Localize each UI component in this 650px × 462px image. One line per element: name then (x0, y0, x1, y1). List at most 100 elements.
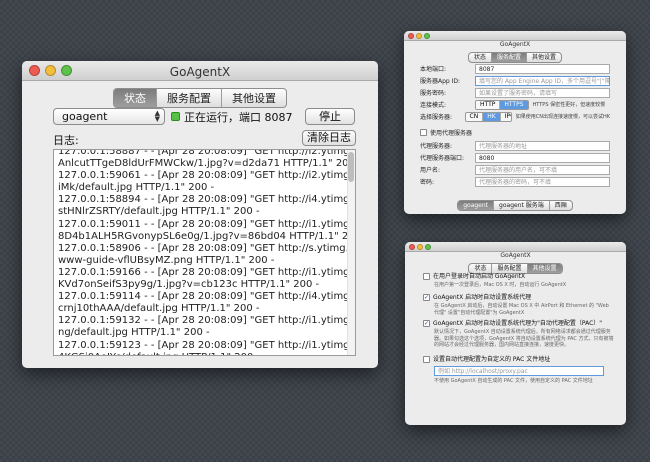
launch-at-login-label: 在用户登录时自动启动 GoAgentX (433, 273, 526, 280)
close-icon[interactable] (29, 65, 40, 76)
server-ipv6-option[interactable]: IPv6 (499, 112, 511, 121)
tab-service-config[interactable]: 服务配置 (490, 53, 526, 62)
tab-goagent-server[interactable]: goagent 服务端 (493, 201, 549, 210)
mode-https-option[interactable]: HTTPS (499, 100, 528, 109)
minimize-icon[interactable] (45, 65, 56, 76)
tab-bar: 状态 服务配置 其他设置 (22, 87, 378, 108)
mode-note: HTTPS 保密性更好，但速度较慢 (532, 102, 606, 108)
log-line: 127.0.0.1:59011 - - [Apr 28 20:08:09] "G… (58, 218, 356, 230)
proxy-port-row: 代理服务器端口: 8080 (420, 152, 610, 163)
tab-status[interactable]: 状态 (469, 53, 491, 62)
auto-proxy-desc: 在 GoAgentX 启动后，自动设置 Mac OS X 中 AirPort 和… (434, 303, 609, 316)
password-label: 服务密码: (420, 90, 447, 97)
log-line: 127.0.0.1:58887 - - [Apr 28 20:08:09] "G… (58, 149, 356, 157)
service-tab-bar: goagent goagent 服务端 西厢 (404, 192, 626, 211)
log-line: www-guide-vflUBsyMZ.png HTTP/1.1" 200 - (58, 254, 275, 266)
pac-desc: 默认情况下，GoAgentX 自动设置系统代理后，所有网络请求都会通过代理服务器… (434, 329, 614, 348)
custom-pac-label: 设置自动代理配置为自定义的 PAC 文件地址 (433, 356, 551, 363)
tab-other-settings[interactable]: 其他设置 (221, 89, 286, 107)
appid-input[interactable]: 填写您的 App Engine App ID，多个用逗号"|"隔开 (475, 75, 610, 86)
tab-bar: 状态 服务配置 其他设置 (404, 44, 626, 63)
other-settings-window: GoAgentX 状态 服务配置 其他设置 在用户登录时自动启动 GoAgent… (405, 242, 626, 425)
title-bar[interactable]: GoAgentX (405, 242, 626, 259)
window-controls (408, 33, 430, 39)
log-line: ng/default.jpg HTTP/1.1" 200 - (58, 327, 210, 339)
server-hk-option[interactable]: HK (482, 112, 500, 121)
tab-west-chamber[interactable]: 西厢 (548, 201, 572, 210)
log-scrollbar[interactable] (347, 150, 355, 355)
stop-button[interactable]: 停止 (305, 108, 355, 125)
main-window: GoAgentX 状态 服务配置 其他设置 goagent ▲ ▼ 正在运行，端口… (22, 61, 378, 368)
custom-pac-checkbox[interactable] (423, 356, 430, 363)
tab-status[interactable]: 状态 (114, 89, 156, 107)
zoom-icon[interactable] (425, 244, 431, 250)
server-row: 选择服务器: CN HK IPv6 如果使用CN出现连接速度慢，可以尝试HK (420, 111, 610, 122)
log-line: 4KGSi0AoJYs/default.jpg HTTP/1.1" 200 - (58, 352, 351, 355)
log-line: 127.0.0.1:59132 - - [Apr 28 20:08:09] "G… (58, 315, 355, 327)
proxy-password-label: 密码: (420, 179, 435, 186)
server-segmented: CN HK IPv6 (464, 111, 512, 122)
log-line: 127.0.0.1:58906 - - [Apr 28 20:08:09] "G… (58, 242, 355, 254)
zoom-icon[interactable] (61, 65, 72, 76)
proxy-server-row: 代理服务器: 代理服务器的地址 (420, 140, 610, 151)
appid-row: 服务器App ID: 填写您的 App Engine App ID，多个用逗号"… (420, 75, 610, 86)
proxy-port-label: 代理服务器端口: (420, 155, 465, 162)
log-line: iMk/default.jpg HTTP/1.1" 200 - (58, 182, 215, 194)
close-icon[interactable] (409, 244, 415, 250)
launch-at-login-checkbox[interactable] (423, 273, 430, 280)
appid-label: 服务器App ID: (420, 78, 461, 85)
auto-proxy-option: ✓ GoAgentX 启动时自动设置系统代理 在 GoAgentX 启动后，自动设… (423, 292, 614, 316)
mode-label: 连接模式: (420, 102, 447, 109)
minimize-icon[interactable] (416, 33, 422, 39)
pac-checkbox[interactable]: ✓ (423, 320, 430, 327)
proxy-checkbox-label: 使用代理服务器 (430, 130, 473, 137)
select-arrows-icon: ▲ ▼ (154, 109, 160, 123)
local-port-row: 本地端口: 8087 (420, 63, 610, 74)
server-label: 选择服务器: (420, 114, 453, 121)
log-line: 127.0.0.1:59166 - - [Apr 28 20:08:09] "G… (58, 266, 355, 278)
mode-segmented: HTTP HTTPS (475, 99, 529, 110)
password-row: 服务密码: 如果设置了服务密码，请填写 (420, 87, 610, 98)
log-line: stHNlrZSRTY/default.jpg HTTP/1.1" 200 - (58, 206, 260, 218)
log-label: 日志: (53, 134, 79, 147)
title-bar[interactable]: GoAgentX (22, 61, 378, 81)
service-select-value: goagent (62, 110, 108, 123)
title-bar[interactable]: GoAgentX (404, 31, 626, 48)
tab-goagent[interactable]: goagent (458, 201, 494, 210)
tab-other-settings[interactable]: 其他设置 (526, 53, 561, 62)
proxy-checkbox-row: 使用代理服务器 (420, 127, 610, 138)
zoom-icon[interactable] (424, 33, 430, 39)
mode-http-option[interactable]: HTTP (476, 100, 500, 109)
service-config-window: GoAgentX 状态 服务配置 其他设置 本地端口: 8087 服务器App … (404, 31, 626, 214)
launch-at-login-desc: 在用户第一次登录后，Mac OS X 时，自动运行 GoAgentX (434, 282, 567, 288)
auto-proxy-label: GoAgentX 启动时自动设置系统代理 (433, 294, 532, 301)
log-content: 127.0.0.1:58887 - - [Apr 28 20:08:09] "G… (54, 149, 356, 355)
proxy-server-input[interactable]: 代理服务器的地址 (475, 140, 610, 151)
service-select[interactable]: goagent ▲ ▼ (53, 108, 165, 125)
proxy-checkbox[interactable] (420, 129, 427, 136)
custom-pac-input[interactable]: 例如 http://localhost/proxy.pac (434, 366, 604, 376)
proxy-server-label: 代理服务器: (420, 143, 453, 150)
username-input[interactable]: 代理服务器的用户名，可不填 (475, 164, 610, 175)
mode-row: 连接模式: HTTP HTTPS HTTPS 保密性更好，但速度较慢 (420, 99, 610, 110)
auto-proxy-checkbox[interactable]: ✓ (423, 294, 430, 301)
proxy-port-input[interactable]: 8080 (475, 152, 610, 163)
clear-log-button[interactable]: 清除日志 (302, 130, 356, 146)
pac-option: ✓ GoAgentX 启动时自动设置系统代理为"自动代理配置（PAC）" 默认情况… (423, 318, 614, 349)
window-controls (409, 244, 431, 250)
minimize-icon[interactable] (417, 244, 423, 250)
proxy-password-row: 密码: 代理服务器的密码，可不填 (420, 176, 610, 187)
server-cn-option[interactable]: CN (465, 112, 483, 121)
close-icon[interactable] (408, 33, 414, 39)
log-line: crnj10thAAA/default.jpg HTTP/1.1" 200 - (58, 303, 260, 315)
proxy-password-input[interactable]: 代理服务器的密码，可不填 (475, 176, 610, 187)
log-line: 127.0.0.1:59123 - - [Apr 28 20:08:09] "G… (58, 339, 356, 351)
local-port-label: 本地端口: (420, 66, 447, 73)
log-line: 127.0.0.1:58894 - - [Apr 28 20:08:09] "G… (58, 194, 356, 206)
log-view[interactable]: 127.0.0.1:58887 - - [Apr 28 20:08:09] "G… (53, 149, 356, 356)
log-line: 127.0.0.1:59061 - - [Apr 28 20:08:09] "G… (58, 170, 355, 182)
local-port-input[interactable]: 8087 (475, 63, 610, 74)
tab-service-config[interactable]: 服务配置 (156, 89, 221, 107)
password-input[interactable]: 如果设置了服务密码，请填写 (475, 87, 610, 98)
log-scroll-thumb[interactable] (348, 152, 354, 182)
